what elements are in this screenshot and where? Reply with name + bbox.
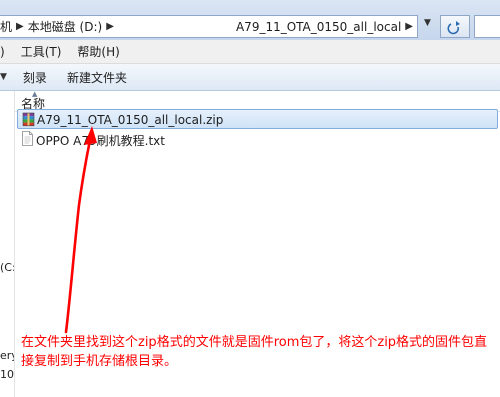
- annotation-text: 在文件夹里找到这个zip格式的文件就是固件rom包了，将这个zip格式的固件包直…: [21, 335, 488, 369]
- chevron-right-icon[interactable]: ▶: [102, 21, 118, 32]
- navigation-pane[interactable]: (C: ery 100: [0, 91, 15, 397]
- menu-bar: ) 工具(T) 帮助(H): [0, 40, 500, 64]
- file-row-zip[interactable]: A79_11_OTA_0150_all_local.zip: [17, 109, 498, 129]
- file-name: A79_11_OTA_0150_all_local.zip: [37, 113, 224, 127]
- breadcrumb-current-folder[interactable]: A79_11_OTA_0150_all_local: [236, 20, 401, 34]
- command-toolbar: ▼ 刻录 新建文件夹: [0, 64, 500, 91]
- breadcrumb[interactable]: 机 ▶ 本地磁盘 (D:) ▶ A79_11_OTA_0150_all_loca…: [0, 15, 418, 38]
- nav-item-fragment[interactable]: 100: [0, 368, 14, 381]
- burn-button[interactable]: 刻录: [13, 69, 57, 86]
- menu-item-view[interactable]: ): [0, 45, 13, 59]
- refresh-icon: [447, 21, 460, 35]
- chevron-down-icon[interactable]: ▼: [0, 72, 7, 82]
- search-input[interactable]: [474, 15, 500, 38]
- nav-item-fragment[interactable]: ery: [0, 349, 14, 362]
- new-folder-button[interactable]: 新建文件夹: [57, 69, 137, 86]
- address-bar: 机 ▶ 本地磁盘 (D:) ▶ A79_11_OTA_0150_all_loca…: [0, 0, 500, 41]
- zip-archive-icon: [22, 112, 35, 127]
- breadcrumb-computer[interactable]: 机: [0, 18, 12, 35]
- chevron-right-icon[interactable]: ▶: [401, 21, 417, 32]
- text-file-icon: [22, 131, 33, 146]
- refresh-button[interactable]: [440, 15, 470, 38]
- file-row-txt[interactable]: OPPO A79刷机教程.txt: [17, 129, 498, 149]
- chevron-right-icon[interactable]: ▶: [12, 21, 28, 32]
- menu-item-help[interactable]: 帮助(H): [69, 43, 127, 60]
- file-name: OPPO A79刷机教程.txt: [36, 134, 165, 148]
- menu-item-tools[interactable]: 工具(T): [13, 43, 70, 60]
- chevron-down-icon[interactable]: ▼: [424, 18, 431, 28]
- breadcrumb-drive-d[interactable]: 本地磁盘 (D:): [28, 18, 102, 35]
- nav-item-drive-c[interactable]: (C:: [0, 261, 14, 274]
